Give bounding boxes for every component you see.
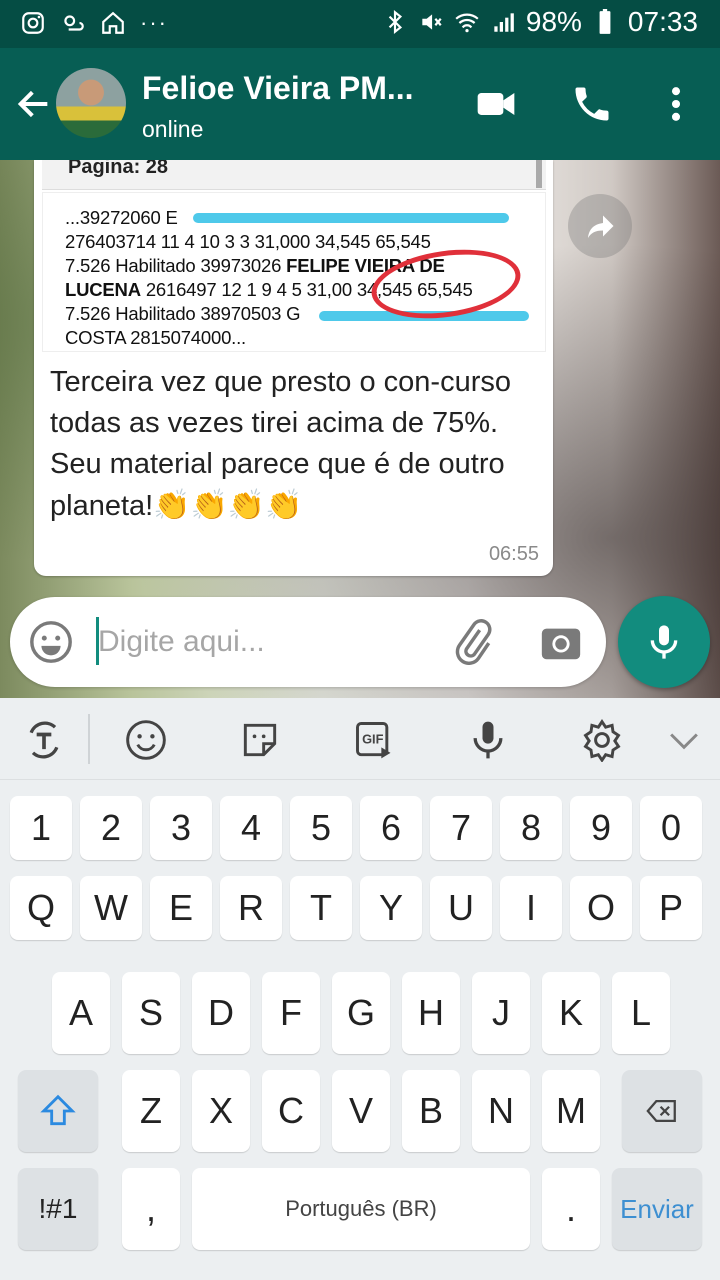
status-bar: ··· 98% 07:33 — [0, 0, 720, 48]
key-u[interactable]: U — [430, 876, 492, 940]
key-z[interactable]: Z — [122, 1070, 180, 1152]
key-4[interactable]: 4 — [220, 796, 282, 860]
keyboard: GIF 1234567890 QWERTYUIOP ASDFGHJKL ZXCVBNM… — [0, 698, 720, 1280]
attached-image[interactable]: ...39272060 E 276403714 11 4 10 3 3 31,0… — [42, 192, 546, 352]
key-f[interactable]: F — [262, 972, 320, 1054]
key-t[interactable]: T — [290, 876, 352, 940]
key-q[interactable]: Q — [10, 876, 72, 940]
key-5[interactable]: 5 — [290, 796, 352, 860]
message-time: 06:55 — [488, 543, 539, 565]
sticker-icon[interactable] — [238, 718, 282, 762]
key-c[interactable]: C — [262, 1070, 320, 1152]
key-o[interactable]: O — [570, 876, 632, 940]
clap-emoji: 👏 — [265, 489, 303, 522]
key-n[interactable]: N — [472, 1070, 530, 1152]
key-w[interactable]: W — [80, 876, 142, 940]
forward-icon — [588, 215, 614, 238]
key-g[interactable]: G — [332, 972, 390, 1054]
key-a[interactable]: A — [52, 972, 110, 1054]
battery-percent: 98% — [525, 6, 582, 37]
more-options-icon[interactable] — [654, 82, 698, 126]
redaction-scribble — [193, 213, 509, 223]
voice-input-icon[interactable] — [466, 718, 510, 762]
spacebar[interactable]: Português (BR) — [192, 1168, 530, 1250]
voice-call-icon[interactable] — [570, 82, 614, 126]
key-b[interactable]: B — [402, 1070, 460, 1152]
weather-icon — [64, 15, 84, 31]
shift-key[interactable] — [18, 1070, 98, 1152]
keyboard-toolbar: GIF — [0, 698, 720, 780]
microphone-icon — [650, 625, 678, 659]
symbols-key[interactable]: !#1 — [18, 1168, 98, 1250]
settings-gear-icon[interactable] — [580, 718, 624, 762]
send-key[interactable]: Enviar — [612, 1168, 702, 1250]
key-x[interactable]: X — [192, 1070, 250, 1152]
home-icon — [102, 11, 124, 34]
key-r[interactable]: R — [220, 876, 282, 940]
shift-arrow-icon — [40, 1094, 76, 1126]
key-m[interactable]: M — [542, 1070, 600, 1152]
message-input[interactable] — [98, 619, 428, 665]
back-arrow-icon[interactable] — [14, 84, 54, 124]
key-7[interactable]: 7 — [430, 796, 492, 860]
key-h[interactable]: H — [402, 972, 460, 1054]
mute-icon — [422, 14, 442, 30]
record-voice-button[interactable] — [618, 596, 710, 688]
image-header: Pagina: 28 — [42, 160, 546, 190]
clap-emoji: 👏 — [153, 489, 191, 522]
collapse-chevron-icon[interactable] — [662, 718, 706, 762]
key-9[interactable]: 9 — [570, 796, 632, 860]
text-translate-icon[interactable] — [22, 718, 66, 762]
key-l[interactable]: L — [612, 972, 670, 1054]
bluetooth-icon — [388, 9, 402, 35]
forward-button[interactable] — [568, 194, 632, 258]
key-3[interactable]: 3 — [150, 796, 212, 860]
contact-status: online — [142, 116, 204, 142]
key-8[interactable]: 8 — [500, 796, 562, 860]
key-y[interactable]: Y — [360, 876, 422, 940]
contact-avatar[interactable] — [56, 68, 126, 138]
camera-icon[interactable] — [538, 619, 584, 665]
contact-name[interactable]: Felioe Vieira PM... — [142, 70, 414, 107]
message-composer — [10, 597, 606, 687]
key-1[interactable]: 1 — [10, 796, 72, 860]
key-p[interactable]: P — [640, 876, 702, 940]
key-i[interactable]: I — [500, 876, 562, 940]
clap-emoji: 👏 — [227, 489, 266, 522]
emoji-icon[interactable] — [28, 619, 74, 665]
key-v[interactable]: V — [332, 1070, 390, 1152]
key-s[interactable]: S — [122, 972, 180, 1054]
key-6[interactable]: 6 — [360, 796, 422, 860]
video-call-icon[interactable] — [474, 82, 518, 126]
wifi-icon — [455, 13, 479, 33]
emoji-icon[interactable] — [124, 718, 168, 762]
backspace-icon — [646, 1099, 676, 1123]
key-d[interactable]: D — [192, 972, 250, 1054]
backspace-key[interactable] — [622, 1070, 702, 1152]
clap-emoji: 👏 — [190, 489, 228, 522]
gif-icon[interactable]: GIF — [352, 718, 396, 762]
key-j[interactable]: J — [472, 972, 530, 1054]
comma-key[interactable]: , — [122, 1168, 180, 1250]
svg-text:GIF: GIF — [362, 732, 384, 747]
message-text: Terceira vez que presto o con-curso toda… — [50, 362, 550, 527]
battery-icon — [599, 9, 611, 34]
key-2[interactable]: 2 — [80, 796, 142, 860]
more-notifications-icon: ··· — [140, 10, 168, 35]
instagram-icon — [22, 12, 44, 34]
key-0[interactable]: 0 — [640, 796, 702, 860]
attach-icon[interactable] — [450, 619, 496, 665]
key-k[interactable]: K — [542, 972, 600, 1054]
clock: 07:33 — [627, 6, 698, 37]
key-e[interactable]: E — [150, 876, 212, 940]
message-bubble[interactable]: Pagina: 28 ...39272060 E 276403714 11 4 … — [34, 160, 553, 576]
chat-header: Felioe Vieira PM... online — [0, 48, 720, 160]
period-key[interactable]: . — [542, 1168, 600, 1250]
signal-icon — [494, 13, 514, 32]
